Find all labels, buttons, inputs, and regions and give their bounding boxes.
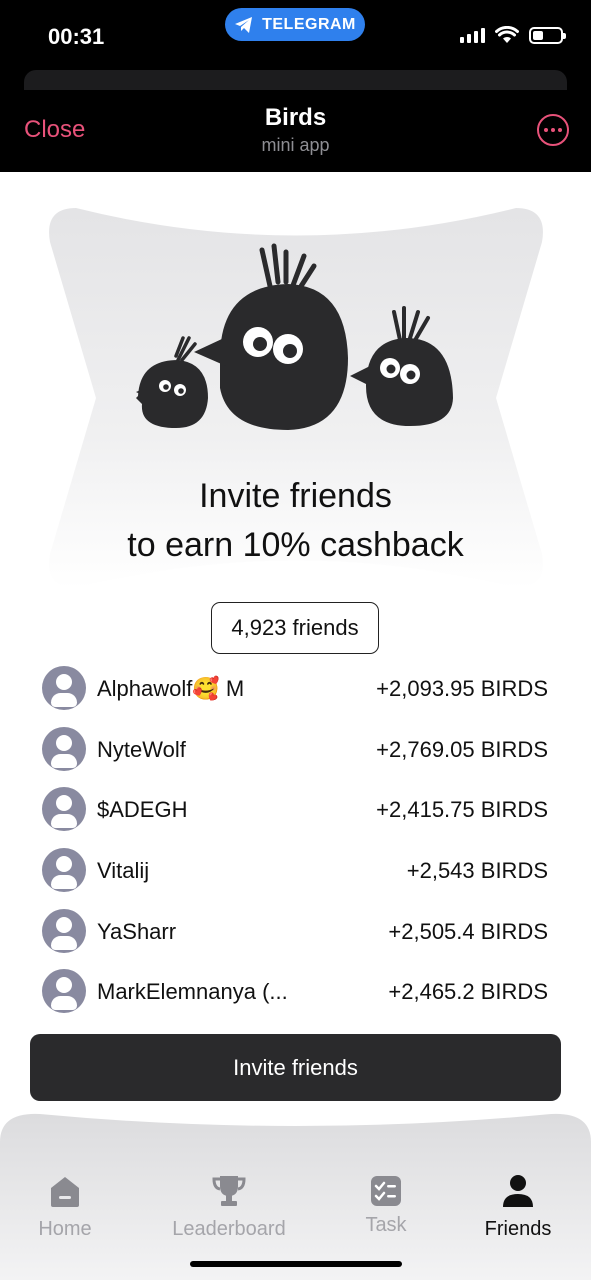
- checklist-icon: [371, 1176, 401, 1206]
- list-item: Alphawolf🥰 M +2,093.95 BIRDS: [0, 658, 591, 719]
- nav-task[interactable]: Task: [316, 1168, 456, 1237]
- nav-friends[interactable]: Friends: [448, 1168, 588, 1241]
- friend-reward: +2,543 BIRDS: [406, 858, 548, 884]
- home-indicator: [190, 1261, 402, 1267]
- status-time: 00:31: [48, 24, 105, 49]
- more-options-button[interactable]: [537, 114, 569, 146]
- nav-task-label: Task: [365, 1214, 407, 1236]
- invite-headline: Invite friends to earn 10% cashback: [0, 472, 591, 570]
- avatar: [42, 726, 86, 771]
- avatar: [42, 666, 86, 710]
- avatar: [42, 787, 86, 832]
- cellular-signal-icon: [460, 27, 485, 43]
- friend-reward: +2,415.75 BIRDS: [376, 797, 548, 823]
- friend-name: MarkElemnanya (...: [97, 979, 288, 1005]
- status-icons: [460, 26, 566, 44]
- friend-name: NyteWolf: [97, 736, 186, 762]
- invite-friends-button[interactable]: Invite friends: [30, 1034, 561, 1101]
- friend-reward: +2,093.95 BIRDS: [376, 676, 548, 701]
- avatar: [42, 969, 86, 1014]
- battery-icon: [529, 26, 566, 44]
- list-item: MarkElemnanya (... +2,465.2 BIRDS: [0, 961, 591, 1022]
- telegram-pill-label: TELEGRAM: [262, 15, 356, 33]
- invite-headline-line2: to earn 10% cashback: [127, 526, 464, 564]
- telegram-icon: [235, 16, 253, 33]
- home-icon: [51, 1177, 79, 1207]
- wifi-icon: [495, 26, 519, 43]
- telegram-pill[interactable]: TELEGRAM: [225, 8, 365, 41]
- friend-name: YaSharr: [97, 918, 177, 944]
- status-bar: 00:31 TELEGRAM: [0, 0, 591, 68]
- list-item: YaSharr +2,505.4 BIRDS: [0, 901, 591, 962]
- friends-count-badge: 4,923 friends: [211, 602, 379, 654]
- avatar: [42, 848, 86, 893]
- friend-name: Alphawolf🥰 M: [97, 676, 245, 701]
- person-icon: [503, 1175, 533, 1207]
- nav-leaderboard-label: Leaderboard: [172, 1218, 286, 1240]
- invite-headline-line1: Invite friends: [199, 477, 392, 515]
- avatar: [42, 908, 86, 953]
- friend-reward: +2,465.2 BIRDS: [388, 979, 548, 1005]
- list-item: $ADEGH +2,415.75 BIRDS: [0, 779, 591, 840]
- friend-name: Vitalij: [97, 858, 150, 884]
- nav-home[interactable]: Home: [0, 1168, 135, 1241]
- friend-name: $ADEGH: [97, 797, 188, 823]
- app-subtitle: mini app: [261, 135, 330, 155]
- nav-friends-label: Friends: [484, 1218, 552, 1240]
- nav-leaderboard[interactable]: Leaderboard: [159, 1168, 299, 1241]
- friends-page: Invite friends to earn 10% cashback 4,92…: [0, 172, 591, 1280]
- list-item: NyteWolf +2,769.05 BIRDS: [0, 719, 591, 780]
- sheet-edge: [24, 70, 567, 90]
- friend-reward: +2,769.05 BIRDS: [376, 736, 548, 762]
- app-title: Birds: [264, 104, 327, 131]
- friend-reward: +2,505.4 BIRDS: [388, 918, 548, 944]
- mini-app-header: Close Birds mini app: [0, 90, 591, 172]
- list-item: Vitalij +2,543 BIRDS: [0, 840, 591, 901]
- bottom-navigation: Home Leaderboard Task Friends: [0, 1112, 591, 1280]
- nav-home-label: Home: [38, 1218, 92, 1240]
- friends-list: Alphawolf🥰 M +2,093.95 BIRDS NyteWolf +2…: [0, 658, 591, 1022]
- trophy-icon: [212, 1176, 246, 1206]
